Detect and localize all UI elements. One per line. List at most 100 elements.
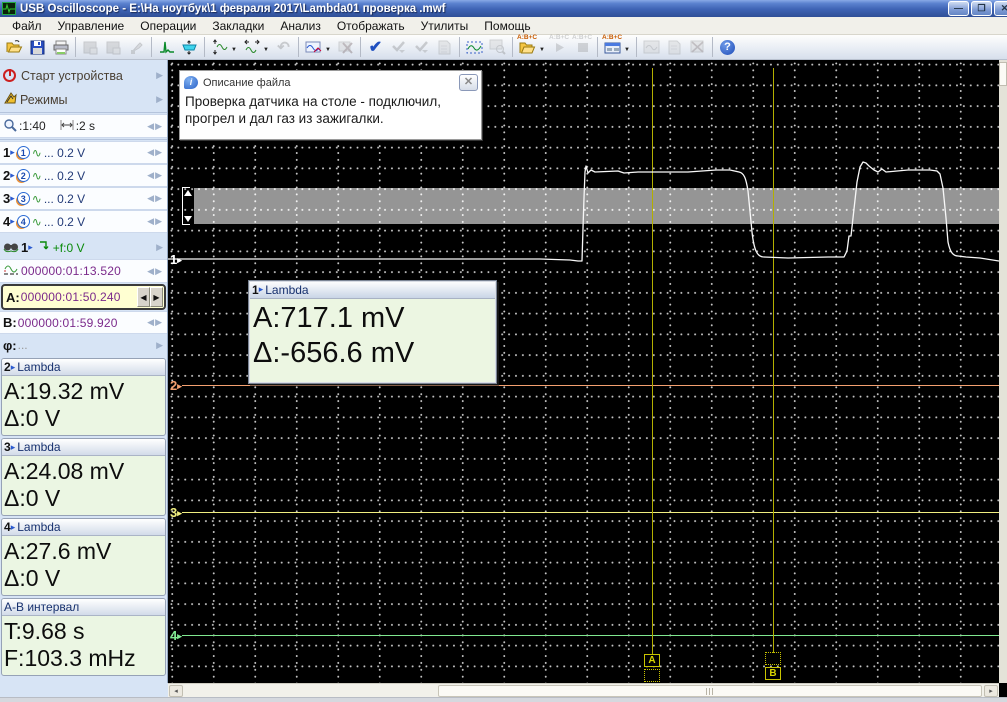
cursor-b-time[interactable]: 000000:01:59.920 [18, 316, 118, 330]
phase-value: ... [18, 338, 28, 352]
horizontal-scale-icon[interactable] [240, 36, 263, 59]
adjust-arrows-icon[interactable] [147, 216, 163, 227]
menu-help[interactable]: Помощь [476, 18, 538, 34]
channel1-measure-tooltip[interactable]: 1Lambda A:717.1 mV Δ:-656.6 mV [248, 280, 497, 384]
restore-button[interactable]: ❐ [971, 1, 992, 16]
sweep-time-value[interactable]: :2 s [76, 119, 95, 133]
phase-row[interactable]: φ: ... [0, 334, 167, 356]
cursor-a-row[interactable]: A: 000000:01:50.240 ◀ ▶ [1, 284, 166, 310]
measure-amplitude: A:27.6 mV [4, 538, 163, 565]
vertical-scroll-thumb[interactable] [999, 62, 1007, 86]
vertical-scale-icon[interactable] [208, 36, 231, 59]
zoom-sweep-row[interactable]: :1:40 :2 s [0, 114, 167, 138]
channel-row-4[interactable]: 4 4 ∿ ... 0.2 V [0, 210, 167, 233]
abc-open-dropdown[interactable] [539, 38, 548, 56]
waveform-plot[interactable]: 1 2 3 4 A B i Описание файла ✕ Проверка … [168, 60, 999, 683]
title-bar[interactable]: USB Oscilloscope - E:\На ноутбук\1 февра… [0, 0, 1007, 17]
minimize-button[interactable]: — [948, 1, 969, 16]
close-button[interactable]: ✕ [994, 1, 1007, 16]
channel-row-3[interactable]: 3 3 ∿ ... 0.2 V [0, 187, 167, 210]
expand-arrow-icon[interactable] [156, 242, 163, 253]
adjust-arrows-icon[interactable] [147, 317, 163, 328]
expand-arrow-icon[interactable] [156, 94, 163, 105]
measure-panel-header[interactable]: A-B интервал [2, 599, 165, 616]
channel3-marker[interactable]: 3 [170, 506, 182, 520]
expand-arrow-icon[interactable] [156, 70, 163, 81]
menu-bookmarks[interactable]: Закладки [204, 18, 272, 34]
marker-time-row[interactable]: 000000:01:13.520 [0, 259, 167, 283]
select-region-icon[interactable] [463, 36, 486, 59]
apply-check-icon[interactable]: ✔ [364, 36, 387, 59]
window-title: USB Oscilloscope - E:\На ноутбук\1 февра… [20, 3, 445, 15]
menu-operations[interactable]: Операции [132, 18, 204, 34]
channel-circled-number-icon[interactable]: 2 [17, 169, 30, 182]
print-icon[interactable] [49, 36, 72, 59]
cursor-b-row[interactable]: B: 000000:01:59.920 [0, 311, 167, 334]
menu-display[interactable]: Отображать [329, 18, 413, 34]
menu-control[interactable]: Управление [50, 18, 133, 34]
horizontal-scale-dropdown[interactable] [263, 38, 272, 56]
channel-range-value[interactable]: ... 0.2 V [44, 192, 85, 206]
vertical-scale-dropdown[interactable] [231, 38, 240, 56]
overlay-chart-dropdown[interactable] [325, 38, 334, 56]
adjust-arrows-icon[interactable] [147, 147, 163, 158]
adjust-arrows-icon[interactable] [147, 193, 163, 204]
menu-analysis[interactable]: Анализ [272, 18, 329, 34]
channel-circled-number-icon[interactable]: 1 [17, 146, 30, 159]
trigger-row[interactable]: 1 +f:0 V [0, 236, 167, 259]
measure-delta: Δ:0 V [4, 485, 163, 512]
measure-panel-header[interactable]: 3Lambda [2, 439, 165, 456]
modes-row[interactable]: Режимы [0, 88, 167, 111]
horizontal-scrollbar[interactable]: ◂ ▸ [168, 683, 999, 697]
abc-open-icon[interactable]: A:B+C [516, 36, 539, 59]
channel-row-2[interactable]: 2 2 ∿ ... 0.2 V [0, 164, 167, 187]
trim-icon[interactable] [178, 36, 201, 59]
impulse-icon[interactable] [155, 36, 178, 59]
phase-label: φ: [3, 338, 17, 353]
overlay-chart-icon[interactable] [302, 36, 325, 59]
tooltip-header[interactable]: 1Lambda [249, 281, 496, 299]
measure-panel-header[interactable]: 2Lambda [2, 359, 165, 376]
cursor-a-left-button[interactable]: ◀ [137, 287, 150, 307]
cursor-a-flag[interactable]: A [644, 654, 660, 667]
menu-file[interactable]: Файл [4, 18, 50, 34]
expand-arrow-icon[interactable] [156, 340, 163, 351]
start-device-row[interactable]: Старт устройства [0, 63, 167, 88]
channel-range-value[interactable]: ... 0.2 V [44, 146, 85, 160]
scroll-left-button[interactable]: ◂ [169, 685, 183, 697]
horizontal-scroll-thumb[interactable] [438, 685, 982, 697]
scroll-right-button[interactable]: ▸ [984, 685, 998, 697]
zoom-ratio-value[interactable]: :1:40 [19, 119, 46, 133]
channel-range-value[interactable]: ... 0.2 V [44, 169, 85, 183]
adjust-arrows-icon[interactable] [147, 266, 163, 277]
open-file-icon[interactable] [3, 36, 26, 59]
note-close-button[interactable]: ✕ [459, 74, 478, 91]
check-next-icon [387, 36, 410, 59]
channel2-marker[interactable]: 2 [170, 379, 182, 393]
channel-circled-number-icon[interactable]: 4 [17, 215, 30, 228]
help-icon[interactable]: ? [716, 36, 739, 59]
abc-window-icon[interactable]: A:B+C [601, 36, 624, 59]
vertical-scrollbar[interactable] [999, 60, 1007, 683]
save-icon[interactable] [26, 36, 49, 59]
menu-utilities[interactable]: Утилиты [413, 18, 477, 34]
trigger-level-value[interactable]: +f:0 V [53, 241, 85, 255]
marker-time-value[interactable]: 000000:01:13.520 [21, 264, 121, 278]
channel-row-1[interactable]: 1 1 ∿ ... 0.2 V [0, 141, 167, 164]
abc-window-dropdown[interactable] [624, 38, 633, 56]
cursor-a-right-button[interactable]: ▶ [150, 287, 163, 307]
cursor-a-time[interactable]: 000000:01:50.240 [21, 290, 121, 304]
channel1-marker[interactable]: 1 [170, 253, 182, 267]
trigger-arrow-icon [28, 242, 33, 253]
cursor-a-handle[interactable] [644, 669, 660, 682]
adjust-arrows-icon[interactable] [147, 121, 163, 132]
save-fragment-icon [79, 36, 102, 59]
measure-panel-header[interactable]: 4Lambda [2, 519, 165, 536]
channel-circled-number-icon[interactable]: 3 [17, 192, 30, 205]
cursor-b-handle[interactable] [765, 652, 781, 665]
measure-panel-ch3: 3Lambda A:24.08 mV Δ:0 V [1, 438, 166, 516]
cursor-b-flag[interactable]: B [765, 667, 781, 680]
adjust-arrows-icon[interactable] [147, 170, 163, 181]
channel4-marker[interactable]: 4 [170, 629, 182, 643]
channel-range-value[interactable]: ... 0.2 V [44, 215, 85, 229]
